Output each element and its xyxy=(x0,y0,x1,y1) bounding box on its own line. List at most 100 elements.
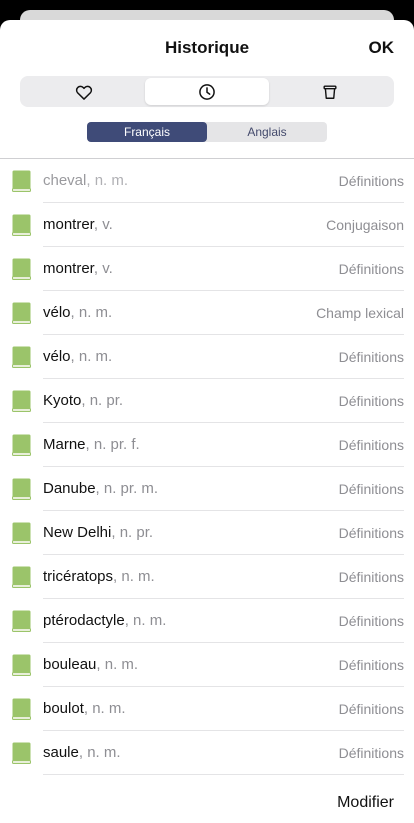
history-row[interactable]: New Delhi, n. pr. Définitions xyxy=(0,511,414,555)
entry-type: Définitions xyxy=(338,349,404,365)
entry-type: Définitions xyxy=(338,745,404,761)
book-icon xyxy=(12,566,31,588)
entry-grammar: , n. m. xyxy=(78,744,121,761)
entry-word: vélo xyxy=(43,348,71,365)
entry-grammar: , n. pr. xyxy=(81,392,124,409)
entry-type: Définitions xyxy=(338,613,404,629)
row-separator xyxy=(43,774,404,775)
history-row[interactable]: Danube, n. pr. m. Définitions xyxy=(0,467,414,511)
book-icon xyxy=(12,610,31,632)
entry-word: Marne xyxy=(43,436,86,453)
ok-button[interactable]: OK xyxy=(369,38,395,58)
book-icon xyxy=(12,742,31,764)
entry-word: ptérodactyle xyxy=(43,612,125,629)
history-entry: vélo, n. m. xyxy=(43,304,112,321)
entry-grammar: , n. m. xyxy=(86,172,129,189)
entry-grammar: , n. m. xyxy=(124,612,167,629)
book-icon xyxy=(12,302,31,324)
history-row[interactable]: montrer, v. Conjugaison xyxy=(0,203,414,247)
entry-word: Kyoto xyxy=(43,392,82,409)
entry-type: Définitions xyxy=(338,481,404,497)
history-entry: Marne, n. pr. f. xyxy=(43,436,140,453)
entry-word: Danube xyxy=(43,480,96,497)
book-icon xyxy=(12,346,31,368)
language-english-button[interactable]: Anglais xyxy=(207,122,327,142)
book-icon xyxy=(12,654,31,676)
heart-icon xyxy=(75,85,92,100)
entry-type: Définitions xyxy=(338,261,404,277)
language-switch: Français Anglais xyxy=(87,122,327,142)
entry-type: Définitions xyxy=(338,525,404,541)
history-entry: Danube, n. pr. m. xyxy=(43,480,158,497)
history-entry: ptérodactyle, n. m. xyxy=(43,612,166,629)
book-icon xyxy=(12,390,31,412)
entry-grammar: , n. m. xyxy=(96,656,139,673)
entry-type: Champ lexical xyxy=(316,305,404,321)
book-icon xyxy=(12,698,31,720)
history-entry: New Delhi, n. pr. xyxy=(43,524,153,541)
book-icon xyxy=(12,434,31,456)
entry-type: Définitions xyxy=(338,437,404,453)
book-icon xyxy=(12,522,31,544)
history-row[interactable]: montrer, v. Définitions xyxy=(0,247,414,291)
history-entry: bouleau, n. m. xyxy=(43,656,138,673)
book-icon xyxy=(12,170,31,192)
history-row[interactable]: cheval, n. m. Définitions xyxy=(0,159,414,203)
entry-word: montrer xyxy=(43,216,94,233)
entry-word: cheval xyxy=(43,172,87,189)
history-entry: saule, n. m. xyxy=(43,744,121,761)
history-entry: montrer, v. xyxy=(43,260,113,277)
entry-type: Conjugaison xyxy=(326,217,404,233)
entry-grammar: , n. pr. xyxy=(111,524,154,541)
entry-type: Définitions xyxy=(338,173,404,189)
history-row[interactable]: bouleau, n. m. Définitions xyxy=(0,643,414,687)
history-entry: vélo, n. m. xyxy=(43,348,112,365)
page-title: Historique xyxy=(164,38,250,57)
history-row[interactable]: Marne, n. pr. f. Définitions xyxy=(0,423,414,467)
tab-favorites[interactable] xyxy=(22,78,145,105)
entry-word: saule xyxy=(43,744,79,761)
tab-trash[interactable] xyxy=(269,78,392,105)
history-entry: tricératops, n. m. xyxy=(43,568,155,585)
history-row[interactable]: ptérodactyle, n. m. Définitions xyxy=(0,599,414,643)
entry-grammar: , n. m. xyxy=(70,348,113,365)
history-entry: Kyoto, n. pr. xyxy=(43,392,123,409)
history-row[interactable]: tricératops, n. m. Définitions xyxy=(0,555,414,599)
trash-icon xyxy=(323,84,337,99)
history-row[interactable]: vélo, n. m. Définitions xyxy=(0,335,414,379)
entry-word: boulot xyxy=(43,700,84,717)
book-icon xyxy=(12,478,31,500)
entry-word: vélo xyxy=(43,304,71,321)
history-row[interactable]: Kyoto, n. pr. Définitions xyxy=(0,379,414,423)
edit-button[interactable]: Modifier xyxy=(337,794,394,812)
entry-type: Définitions xyxy=(338,657,404,673)
entry-word: tricératops xyxy=(43,568,114,585)
language-french-button[interactable]: Français xyxy=(87,122,207,142)
book-icon xyxy=(12,214,31,236)
entry-grammar: , n. m. xyxy=(83,700,126,717)
history-row[interactable]: boulot, n. m. Définitions xyxy=(0,687,414,731)
entry-grammar: , n. pr. f. xyxy=(85,436,140,453)
header: Historique OK xyxy=(0,20,414,76)
entry-word: New Delhi xyxy=(43,524,112,541)
entry-grammar: , n. pr. m. xyxy=(95,480,159,497)
entry-type: Définitions xyxy=(338,393,404,409)
entry-word: montrer xyxy=(43,260,94,277)
history-row[interactable]: saule, n. m. Définitions xyxy=(0,731,414,775)
history-entry: boulot, n. m. xyxy=(43,700,126,717)
tab-history[interactable] xyxy=(145,78,269,105)
history-entry: cheval, n. m. xyxy=(43,172,128,189)
entry-type: Définitions xyxy=(338,701,404,717)
entry-word: bouleau xyxy=(43,656,97,673)
entry-grammar: , v. xyxy=(93,216,113,233)
entry-grammar: , n. m. xyxy=(70,304,113,321)
book-icon xyxy=(12,258,31,280)
history-list: cheval, n. m. Définitions montrer, v. Conju… xyxy=(0,159,414,775)
clock-icon xyxy=(199,83,215,100)
entry-type: Définitions xyxy=(338,569,404,585)
history-entry: montrer, v. xyxy=(43,216,113,233)
history-sheet: Historique OK Français Anglais cheval, n… xyxy=(0,20,414,823)
history-row[interactable]: vélo, n. m. Champ lexical xyxy=(0,291,414,335)
category-segmented-control xyxy=(20,76,394,107)
entry-grammar: , v. xyxy=(93,260,113,277)
